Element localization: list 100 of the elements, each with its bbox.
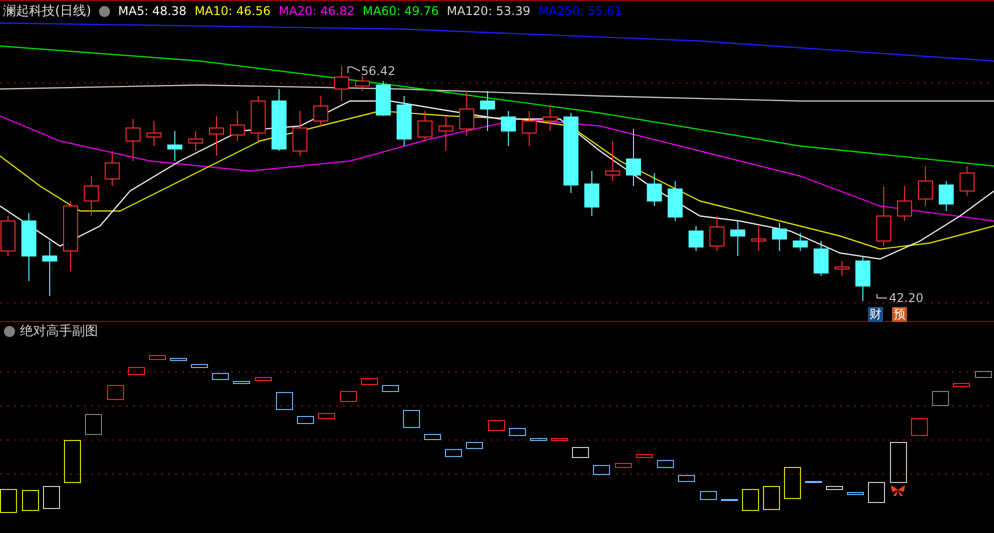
subchart-title: 绝对高手副图	[20, 323, 98, 340]
leader-line	[876, 294, 888, 298]
leader-line	[348, 66, 360, 74]
candlestick	[42, 240, 58, 296]
candlestick	[146, 120, 162, 146]
indicator-bar	[805, 481, 822, 483]
moving-average-label: MA250: 55.61	[538, 4, 622, 18]
candlestick	[814, 240, 829, 276]
candlestick	[354, 76, 370, 92]
candlestick	[938, 180, 954, 212]
candlestick	[104, 150, 120, 186]
candlestick	[709, 216, 724, 252]
indicator-bar	[128, 367, 145, 375]
candlestick	[334, 66, 350, 102]
candlestick	[126, 118, 141, 162]
candlestick	[772, 222, 787, 252]
indicator-bar	[700, 491, 717, 500]
indicator-bar	[932, 391, 949, 406]
candlestick	[63, 200, 78, 272]
candlestick	[646, 172, 662, 206]
indicator-bar	[721, 499, 738, 501]
candlestick	[918, 166, 933, 206]
moving-average-label: MA120: 53.39	[446, 4, 530, 18]
candlestick	[834, 260, 850, 276]
indicator-bar	[847, 492, 864, 495]
candlestick	[897, 186, 912, 222]
indicator-bar	[636, 454, 653, 458]
chart-title: 澜起科技(日线)	[3, 3, 92, 20]
indicator-bar	[403, 410, 420, 428]
indicator-bar	[551, 438, 568, 441]
indicator-bar	[868, 482, 885, 503]
candlestick	[584, 170, 600, 216]
indicator-bar	[466, 442, 483, 449]
candlestick	[209, 116, 224, 156]
candlestick	[500, 110, 516, 146]
candlestick	[418, 110, 432, 142]
candlestick	[876, 186, 892, 246]
indicator-bar	[107, 385, 124, 400]
indicator-bar	[784, 467, 801, 499]
candlestick	[605, 140, 620, 182]
price-label: 42.20	[889, 291, 924, 305]
indicator-bar	[615, 463, 632, 468]
event-badge[interactable]: 财	[868, 307, 883, 322]
indicator-bar	[763, 486, 780, 510]
event-badge[interactable]: 预	[892, 307, 907, 322]
candlestick	[167, 130, 182, 162]
candlestick	[792, 232, 808, 252]
candlestick	[522, 110, 537, 146]
indicator-bar	[340, 391, 357, 402]
candlestick	[292, 110, 308, 156]
indicator-bar	[657, 460, 674, 468]
candlestick	[250, 96, 266, 142]
candlestick	[188, 130, 204, 152]
indicator-bar	[297, 416, 314, 424]
indicator-bar	[255, 377, 272, 381]
candlestick	[480, 90, 496, 132]
candlestick	[21, 212, 36, 282]
indicator-bar	[149, 355, 166, 360]
moving-average-label: MA60: 49.76	[362, 4, 439, 18]
indicator-bar	[742, 489, 759, 511]
candlestick	[626, 128, 641, 186]
indicator-bar	[953, 383, 970, 387]
moving-average-label: MA20: 46.82	[278, 4, 355, 18]
indicator-bar	[170, 358, 187, 361]
indicator-bar	[85, 414, 102, 435]
indicator-bar	[530, 438, 547, 441]
indicator-bar	[975, 371, 992, 378]
indicator-bar	[826, 486, 843, 490]
candlestick	[313, 96, 328, 126]
candlestick	[272, 88, 287, 152]
candlestick	[84, 176, 99, 216]
price-label: 56.42	[361, 64, 396, 78]
candlestick	[668, 180, 683, 222]
indicator-bar	[0, 489, 17, 513]
indicator-bar	[212, 373, 229, 380]
indicator-bar	[593, 465, 610, 475]
indicator-bar	[890, 442, 907, 483]
indicator-bar	[22, 490, 39, 511]
indicator-bar	[276, 392, 293, 410]
indicator-bar	[509, 428, 526, 436]
candlestick	[688, 226, 704, 252]
indicator-bar	[233, 381, 250, 384]
candlestick	[730, 220, 746, 256]
candlestick	[960, 166, 975, 196]
indicator-bar	[318, 413, 335, 419]
candlestick	[438, 116, 454, 152]
indicator-bar	[382, 385, 399, 392]
candlestick	[230, 110, 245, 142]
indicator-bar	[43, 486, 60, 509]
indicator-bar	[191, 364, 208, 368]
candlestick	[376, 80, 391, 116]
candlestick	[751, 226, 766, 252]
indicator-bar	[64, 440, 81, 483]
indicator-bar	[678, 475, 695, 482]
indicator-bar	[572, 447, 589, 458]
indicator-bar	[361, 378, 378, 385]
candlestick	[459, 90, 474, 136]
indicator-bar	[488, 420, 505, 431]
candlestick	[855, 256, 870, 302]
moving-average-label: MA10: 46.56	[194, 4, 271, 18]
